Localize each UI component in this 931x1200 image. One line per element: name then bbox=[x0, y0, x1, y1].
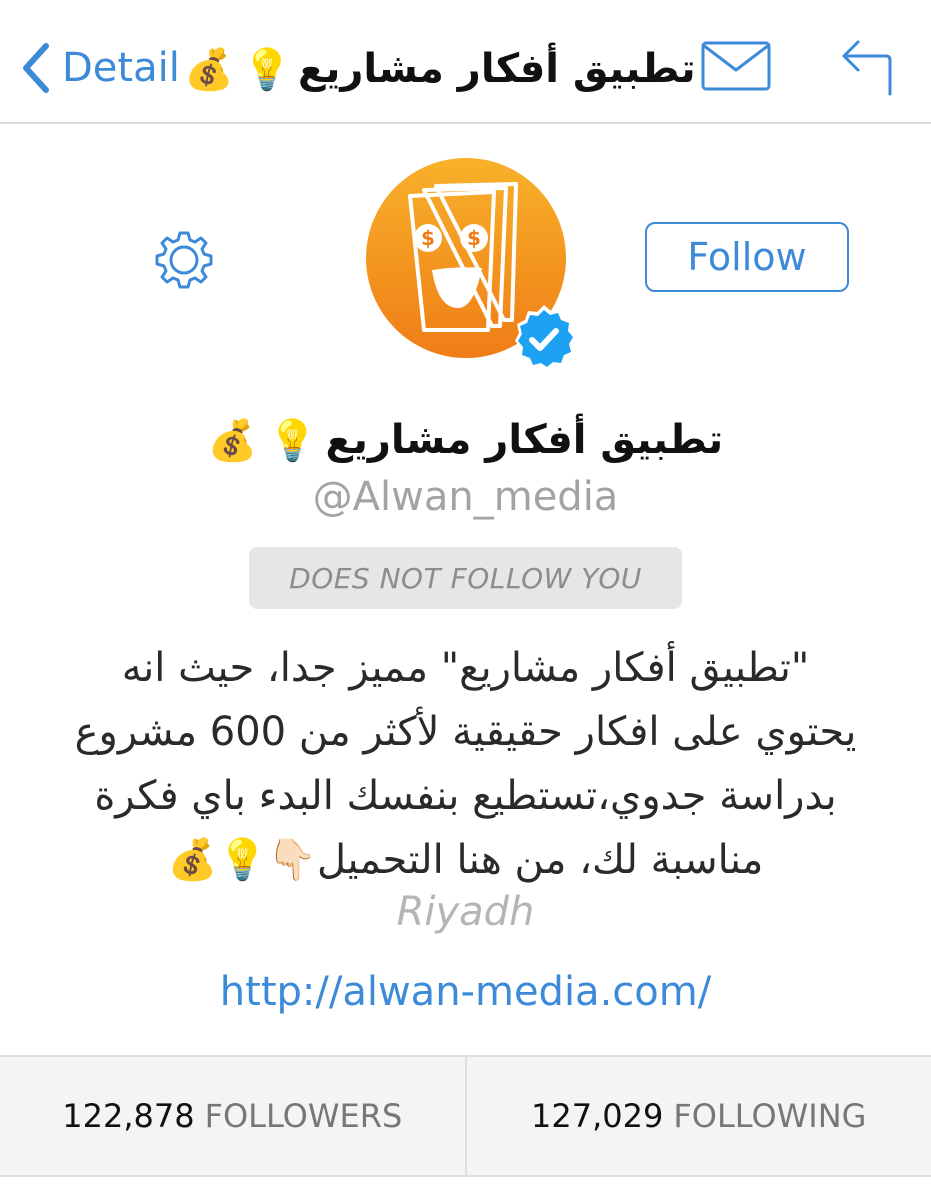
back-button-label: Detail bbox=[62, 45, 180, 91]
stats-bar: 122,878 FOLLOWERS 127,029 FOLLOWING bbox=[0, 1055, 931, 1177]
profile-website-link[interactable]: http://alwan-media.com/ bbox=[0, 966, 931, 1018]
profile-location: Riyadh bbox=[396, 889, 535, 935]
profile-name-text: تطبيق أفكار مشاريع bbox=[325, 417, 724, 463]
svg-text:$: $ bbox=[421, 226, 435, 250]
followers-count: 122,878 bbox=[62, 1097, 195, 1135]
nav-title-bulb-emoji: 💡 bbox=[242, 46, 292, 93]
gear-icon[interactable] bbox=[153, 229, 215, 291]
mail-icon[interactable] bbox=[700, 40, 772, 92]
follow-status-badge: DOES NOT FOLLOW YOU bbox=[249, 547, 682, 609]
profile-name: تطبيق أفكار مشاريع 💡 💰 bbox=[0, 410, 931, 470]
verified-badge-icon bbox=[515, 305, 578, 371]
follow-button[interactable]: Follow bbox=[645, 222, 849, 292]
profile-name-bulb-emoji: 💡 bbox=[267, 417, 318, 464]
nav-title: تطبيق أفكار مشاريع 💡 💰 bbox=[184, 40, 695, 98]
profile-bio: "تطبيق أفكار مشاريع" مميز جدا، حيث انه ي… bbox=[30, 636, 901, 892]
profile-name-moneybag-emoji: 💰 bbox=[207, 417, 258, 464]
svg-text:$: $ bbox=[467, 226, 481, 250]
following-label: FOLLOWING bbox=[673, 1097, 867, 1135]
following-count: 127,029 bbox=[531, 1097, 664, 1135]
nav-bar: Detail تطبيق أفكار مشاريع 💡 💰 bbox=[0, 0, 931, 124]
bio-line: يحتوي على افكار حقيقية لأكثر من 600 مشرو… bbox=[74, 709, 857, 755]
following-stat[interactable]: 127,029 FOLLOWING bbox=[464, 1057, 931, 1175]
avatar[interactable]: $ $ bbox=[366, 158, 578, 371]
nav-title-moneybag-emoji: 💰 bbox=[184, 46, 235, 93]
nav-title-text: تطبيق أفكار مشاريع bbox=[298, 46, 696, 92]
bio-line: مناسبة لك، من هنا التحميل👇🏻💡💰 bbox=[167, 837, 764, 883]
bio-line: "تطبيق أفكار مشاريع" مميز جدا، حيث انه bbox=[121, 645, 810, 691]
reply-icon[interactable] bbox=[838, 36, 896, 98]
followers-stat[interactable]: 122,878 FOLLOWERS bbox=[0, 1057, 465, 1175]
bio-line: بدراسة جدوي،تستطيع بنفسك البدء باي فكرة bbox=[94, 773, 837, 819]
back-button[interactable]: Detail bbox=[18, 38, 180, 98]
profile-handle: @Alwan_media bbox=[312, 474, 619, 520]
followers-label: FOLLOWERS bbox=[204, 1097, 403, 1135]
back-chevron-icon bbox=[23, 43, 49, 93]
